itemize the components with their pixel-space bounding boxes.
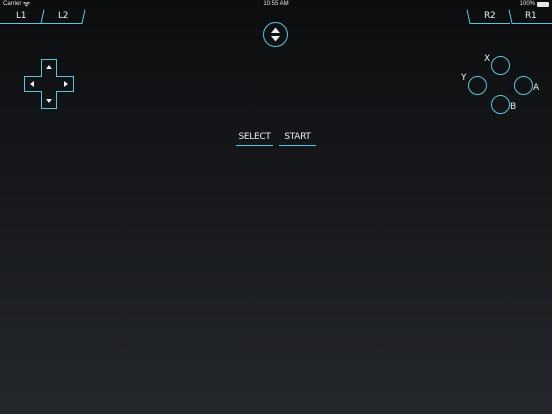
l1-button[interactable]: L1 — [16, 11, 26, 21]
a-button[interactable] — [514, 76, 533, 95]
start-button[interactable]: START — [279, 131, 316, 146]
x-button-label: X — [484, 54, 491, 64]
b-button-label: B — [510, 102, 517, 112]
menu-toggle-button[interactable] — [263, 22, 288, 47]
select-underline — [236, 145, 273, 146]
battery-percent: 100% — [519, 1, 535, 7]
a-button-label: A — [533, 83, 540, 93]
y-button[interactable] — [468, 76, 487, 95]
left-shoulder-outline — [0, 9, 86, 24]
start-label: START — [284, 132, 311, 142]
right-shoulder-outline — [466, 9, 552, 24]
dpad-left-button[interactable] — [24, 76, 41, 92]
dpad — [24, 59, 74, 109]
left-shoulder-group: L1 L2 — [0, 9, 86, 24]
r2-button[interactable]: R2 — [484, 11, 496, 21]
battery-icon — [537, 2, 549, 7]
x-button[interactable] — [491, 56, 510, 75]
l2-button[interactable]: L2 — [58, 11, 68, 21]
y-button-label: Y — [461, 73, 467, 83]
right-shoulder-group: R2 R1 — [466, 9, 552, 24]
select-label: SELECT — [238, 132, 271, 142]
select-button[interactable]: SELECT — [236, 131, 273, 146]
clock: 10:55 AM — [263, 1, 289, 7]
dpad-right-button[interactable] — [57, 76, 74, 92]
dpad-down-button[interactable] — [41, 92, 57, 109]
b-button[interactable] — [491, 95, 510, 114]
dpad-up-button[interactable] — [41, 59, 57, 76]
start-underline — [279, 145, 316, 146]
status-right: 100% — [520, 0, 549, 9]
up-down-arrows-icon — [271, 27, 280, 42]
status-bar: Carrier 10:55 AM 100% — [0, 0, 552, 9]
r1-button[interactable]: R1 — [525, 11, 537, 21]
